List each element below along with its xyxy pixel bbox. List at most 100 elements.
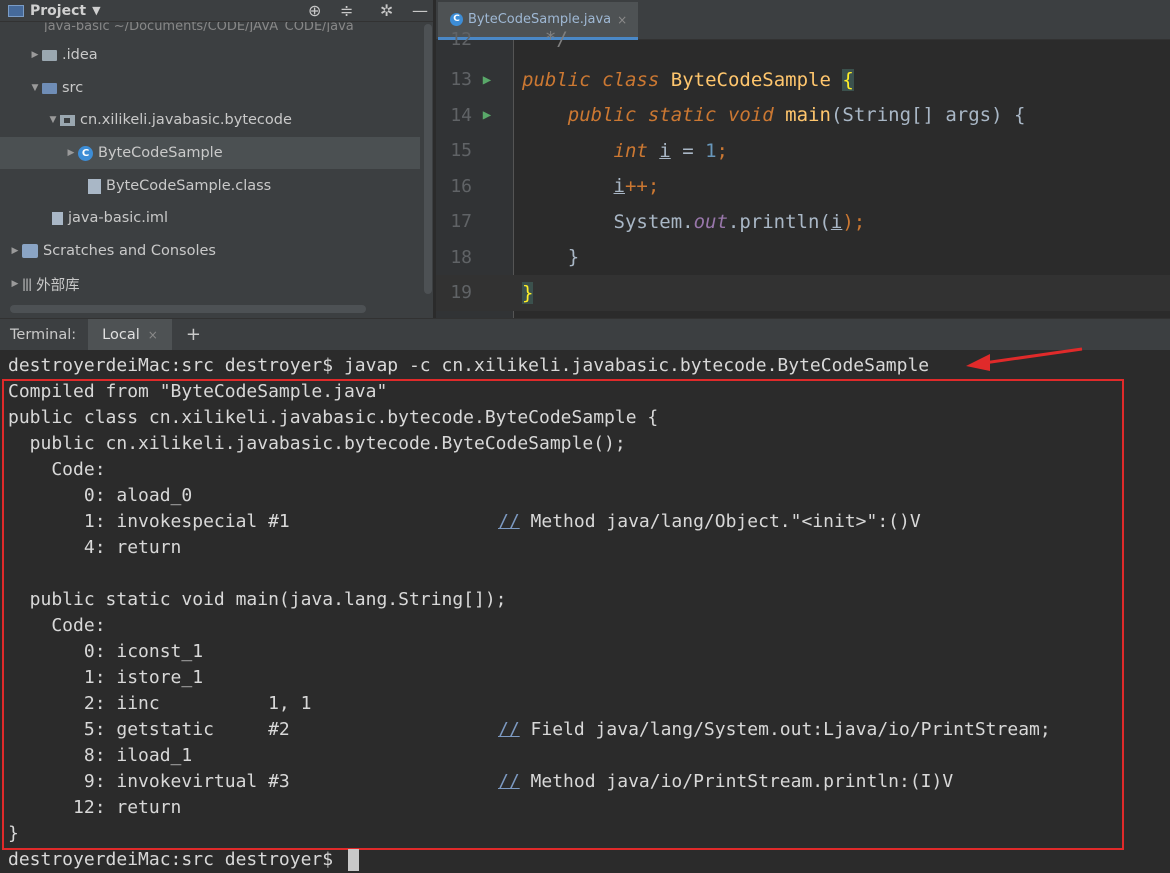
tree-item-scratches[interactable]: ▶ Scratches and Consoles xyxy=(0,235,420,267)
tree-item-bytecodesample[interactable]: ▶ C ByteCodeSample xyxy=(0,137,420,169)
java-class-icon: C xyxy=(78,145,93,161)
line-number: 13 xyxy=(450,69,472,91)
project-tool-window: Project ▼ ⊕ ≑ ✲ — java-basic ~/Documents… xyxy=(0,0,433,318)
tree-item-label: cn.xilikeli.javabasic.bytecode xyxy=(80,112,292,128)
tree-item-class-file[interactable]: ByteCodeSample.class xyxy=(0,170,420,202)
terminal-output-line: 0: aload_0 xyxy=(8,485,193,506)
terminal-output-line: 1: istore_1 xyxy=(8,667,204,688)
package-icon xyxy=(60,114,75,126)
folder-icon xyxy=(42,49,57,61)
terminal-output-line: 12: return xyxy=(8,797,182,818)
source-folder-icon xyxy=(42,82,57,94)
terminal-title: Terminal: xyxy=(10,326,77,343)
line-number: 18 xyxy=(450,246,472,268)
code-text: } xyxy=(567,246,580,269)
editor-tab-label: ByteCodeSample.java xyxy=(468,12,612,27)
horizontal-scrollbar[interactable] xyxy=(10,305,366,313)
tree-item-label: java-basic.iml xyxy=(68,210,169,226)
library-icon: ||| xyxy=(22,277,32,291)
scratches-icon xyxy=(22,244,38,258)
tree-item-label: 外部库 xyxy=(36,277,80,294)
line-number: 17 xyxy=(450,211,472,233)
tree-item-package[interactable]: ▼ cn.xilikeli.javabasic.bytecode xyxy=(0,104,420,136)
collapse-all-icon[interactable]: ≑ xyxy=(340,1,353,20)
bytecode-comment: // Field java/lang/System.out:Ljava/io/P… xyxy=(498,719,1051,740)
annotation-arrow-icon xyxy=(966,347,1083,371)
terminal-output-line: Code: xyxy=(8,615,106,636)
tree-item-iml[interactable]: java-basic.iml xyxy=(0,202,420,234)
project-header: Project ▼ ⊕ ≑ ✲ — xyxy=(0,0,433,22)
code-line: 13 ▶ public class ByteCodeSample { xyxy=(436,62,1170,98)
terminal-prompt: destroyerdeiMac:src destroyer$ xyxy=(8,849,334,870)
close-icon[interactable]: × xyxy=(148,328,158,342)
terminal-output-line: 4: return xyxy=(8,537,182,558)
line-number: 15 xyxy=(450,140,472,162)
tree-item-label: ByteCodeSample.class xyxy=(106,178,272,194)
expand-arrow-icon[interactable]: ▶ xyxy=(8,279,22,289)
vertical-scrollbar[interactable] xyxy=(424,24,432,294)
tree-item-external-libraries[interactable]: ▶ ||| 外部库 xyxy=(0,268,420,300)
code-line: 12 */ xyxy=(436,28,1170,50)
code-text: public class ByteCodeSample { xyxy=(522,68,854,91)
expand-arrow-icon[interactable]: ▶ xyxy=(64,148,78,158)
terminal-output-line: 1: invokespecial #1 xyxy=(8,511,290,532)
terminal-output-line: 2: iinc 1, 1 xyxy=(8,693,312,714)
terminal-output[interactable]: destroyerdeiMac:src destroyer$ javap -c … xyxy=(0,350,1170,873)
hide-panel-icon[interactable]: — xyxy=(412,1,428,20)
terminal-output-line: } xyxy=(8,823,19,844)
code-text: } xyxy=(522,281,534,304)
bytecode-comment: // Method java/lang/Object."<init>":()V xyxy=(498,511,921,532)
run-method-icon[interactable]: ▶ xyxy=(472,107,502,123)
terminal-output-line: Compiled from "ByteCodeSample.java" xyxy=(8,381,388,402)
collapse-arrow-icon[interactable]: ▼ xyxy=(46,115,60,125)
code-text: int i = 1; xyxy=(613,139,728,162)
code-line: 14 ▶ public static void main(String[] ar… xyxy=(436,98,1170,134)
class-file-icon xyxy=(88,178,101,194)
tree-item-idea[interactable]: ▶ .idea xyxy=(0,39,420,71)
gear-icon[interactable]: ✲ xyxy=(380,1,393,20)
code-line: 16 i++; xyxy=(436,169,1170,205)
module-file-icon xyxy=(52,211,63,225)
code-text: public static void main(String[] args) { xyxy=(567,104,1026,127)
terminal-prompt-line[interactable]: destroyerdeiMac:src destroyer$ xyxy=(8,847,359,873)
terminal-tab-label: Local xyxy=(102,326,140,343)
terminal-output-line: public class cn.xilikeli.javabasic.bytec… xyxy=(8,407,659,428)
code-line-current: 19 } xyxy=(436,275,1170,311)
terminal-output-line: public cn.xilikeli.javabasic.bytecode.By… xyxy=(8,433,626,454)
tree-item-label: Scratches and Consoles xyxy=(43,243,216,259)
tree-item-label: src xyxy=(62,80,84,96)
tree-item-src[interactable]: ▼ src xyxy=(0,72,420,104)
tree-item-label: ByteCodeSample xyxy=(98,145,223,161)
line-number: 14 xyxy=(450,104,472,126)
terminal-command-line: destroyerdeiMac:src destroyer$ javap -c … xyxy=(8,355,930,376)
code-text: System.out.println(i); xyxy=(613,210,866,233)
tree-item-label: .idea xyxy=(62,47,98,63)
new-terminal-tab-button[interactable]: + xyxy=(186,324,201,345)
bytecode-comment: // Method java/io/PrintStream.println:(I… xyxy=(498,771,954,792)
line-number: 16 xyxy=(450,175,472,197)
expand-arrow-icon[interactable]: ▶ xyxy=(8,246,22,256)
project-root-row-clipped[interactable]: java-basic ~/Documents/CODE/JAVA_CODE/ja… xyxy=(44,22,424,32)
run-class-icon[interactable]: ▶ xyxy=(472,72,502,88)
terminal-output-line: 0: iconst_1 xyxy=(8,641,204,662)
terminal-tab-local[interactable]: Local × xyxy=(88,318,172,351)
code-line: 18 } xyxy=(436,240,1170,276)
code-line: 17 System.out.println(i); xyxy=(436,204,1170,240)
terminal-output-line: Code: xyxy=(8,459,106,480)
code-text: */ xyxy=(522,28,568,50)
terminal-output-line: public static void main(java.lang.String… xyxy=(8,589,507,610)
terminal-output-line: 9: invokevirtual #3 xyxy=(8,771,290,792)
chevron-down-icon[interactable]: ▼ xyxy=(92,4,100,17)
java-class-icon: C xyxy=(450,13,463,26)
locate-icon[interactable]: ⊕ xyxy=(308,1,321,20)
collapse-arrow-icon[interactable]: ▼ xyxy=(28,83,42,93)
line-number: 12 xyxy=(450,28,472,50)
project-view-icon xyxy=(8,4,24,17)
terminal-cursor xyxy=(347,849,359,871)
close-icon[interactable]: × xyxy=(617,13,627,27)
terminal-output-line: 5: getstatic #2 xyxy=(8,719,290,740)
code-line: 15 int i = 1; xyxy=(436,133,1170,169)
project-view-selector[interactable]: Project xyxy=(30,3,86,19)
expand-arrow-icon[interactable]: ▶ xyxy=(28,50,42,60)
code-editor[interactable]: C ByteCodeSample.java × 12 */ 13 ▶ publi… xyxy=(436,0,1170,318)
